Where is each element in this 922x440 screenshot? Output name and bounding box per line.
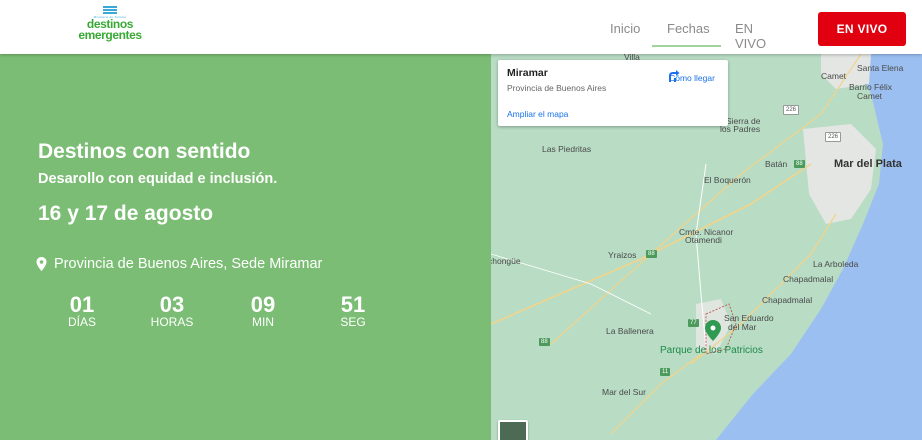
map-label-el-boqueron: El Boquerón [704,175,751,185]
countdown-minutes: 09 MIN [231,294,295,329]
countdown-minutes-label: MIN [252,315,274,329]
nav-inicio[interactable]: Inicio [610,21,640,36]
map-label-del-mar: del Mar [728,322,757,332]
map-label-yraizos: Yraizos [608,250,637,260]
nav-en-vivo[interactable]: EN VIVO [735,21,766,51]
route-11-badge: 11 [660,368,671,376]
countdown-days-value: 01 [69,292,95,317]
map-label-chapadmalal: Chapadmalal [783,274,834,284]
hero-subtitle: Desarollo con equidad e inclusión. [38,171,278,187]
countdown-hours-value: 03 [159,292,185,317]
location-pin-icon [36,257,47,271]
nav-fechas[interactable]: Fechas [667,21,710,36]
map-place-title: Miramar [507,67,548,79]
en-vivo-button[interactable]: EN VIVO [818,12,906,46]
countdown-hours: 03 HORAS [140,294,204,329]
map-label-mar-del-plata: Mar del Plata [834,158,902,170]
nav-active-underline [652,45,721,47]
map-place-subtitle: Provincia de Buenos Aires [507,83,607,93]
map-label-barrio-felix-camet: Camet [857,91,883,101]
route-88-badge-2: 88 [646,250,657,258]
destinos-emergentes-logo[interactable]: Ministerio de Turismo destinos emergente… [78,6,142,48]
map-label-batan: Batán [765,159,788,169]
countdown-minutes-value: 09 [250,292,276,317]
enlarge-map-link[interactable]: Ampliar el mapa [507,109,568,119]
satellite-toggle-thumbnail[interactable] [498,420,528,440]
map-label-la-arboleda: La Arboleda [813,259,859,269]
hero-panel: Destinos con sentido Desarollo con equid… [0,54,491,440]
embedded-map[interactable]: Villa Camet Santa Elena Barrio Félix Cam… [491,54,922,440]
logo-word-emergentes: emergentes [78,28,142,42]
countdown-seconds-label: SEG [340,315,366,329]
directions-button[interactable]: Cómo llegar [667,69,717,83]
route-226-badge-2: 226 [825,132,842,142]
map-label-parque-de-los-patricios[interactable]: Parque de los Patricios [660,345,763,356]
event-date: 16 y 17 de agosto [38,202,214,225]
map-label-chongue: chongüe [491,256,521,266]
countdown-seconds-value: 51 [340,292,366,317]
map-label-santa-elena: Santa Elena [857,63,904,73]
map-label-mar-del-sur: Mar del Sur [602,387,646,397]
map-label-la-ballenera: La Ballenera [606,326,654,336]
map-label-las-piedritas: Las Piedritas [542,144,592,154]
route-88-badge-3: 88 [539,338,550,346]
directions-icon [669,70,680,82]
map-label-otamendi: Otamendi [685,235,722,245]
map-label-chapadmalal-2: Chapadmalal [762,295,813,305]
countdown-days: 01 DÍAS [50,294,114,329]
countdown-days-label: DÍAS [67,315,96,329]
route-88-badge: 88 [794,160,805,168]
location-text: Provincia de Buenos Aires, Sede Miramar [54,256,323,272]
countdown-seconds: 51 SEG [321,294,385,329]
hero-title: Destinos con sentido [38,140,251,163]
countdown-hours-label: HORAS [150,315,194,329]
site-header: Ministerio de Turismo destinos emergente… [0,0,922,54]
route-77-badge: 77 [688,319,699,327]
route-226-badge: 226 [783,105,800,115]
map-label-camet: Camet [821,71,847,81]
map-info-card: Miramar Provincia de Buenos Aires Amplia… [498,60,728,126]
countdown-timer: 01 DÍAS 03 HORAS 09 MIN 51 SEG [50,294,390,334]
event-location: Provincia de Buenos Aires, Sede Miramar [36,256,322,272]
flag-icon [103,6,117,14]
